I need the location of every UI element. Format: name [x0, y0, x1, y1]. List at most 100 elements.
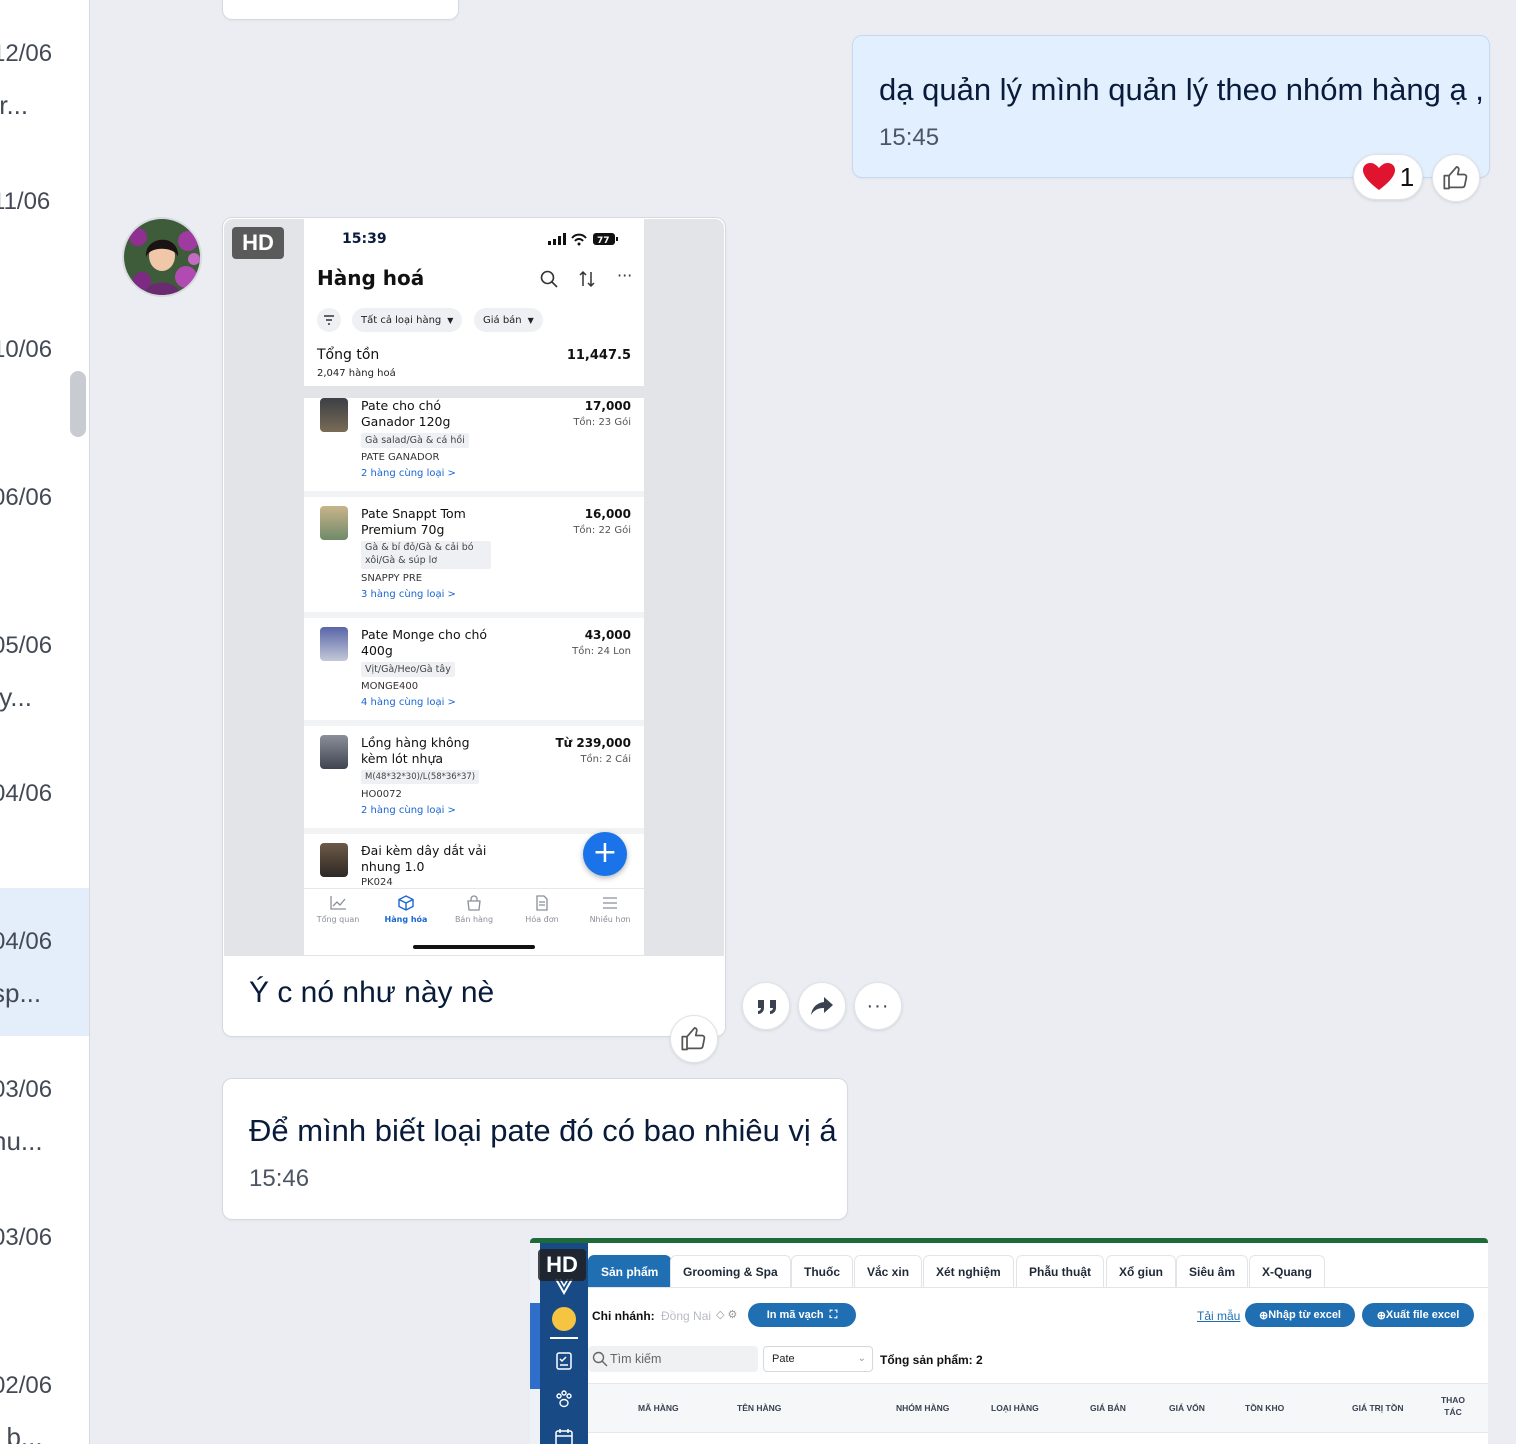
product-stock: Tồn: 23 Gói [573, 417, 631, 428]
heart-reaction-pill[interactable]: 1 [1353, 154, 1423, 200]
chip-label: Tất cả loại hàng [361, 314, 442, 326]
previous-message-bubble[interactable] [222, 0, 459, 20]
list-divider [304, 612, 644, 618]
hd-badge: HD [232, 227, 284, 259]
conversation-item[interactable]: 02/06 : b... [0, 1332, 89, 1444]
list-divider [304, 720, 644, 726]
conversation-date: 04/06 [0, 780, 53, 807]
checklist-icon[interactable] [554, 1351, 574, 1371]
product-price: Từ 239,000 [555, 736, 631, 750]
scan-icon: ⛶ [829, 1308, 838, 1321]
column-header: LOẠI HÀNG [991, 1403, 1039, 1413]
column-header: TÊN HÀNG [737, 1403, 782, 1413]
hd-badge: HD [538, 1249, 586, 1281]
conversation-item[interactable]: 11/06 [0, 148, 89, 296]
product-thumbnail [320, 506, 348, 540]
conversation-item[interactable]: 03/06 [0, 1184, 89, 1332]
tab-lab-test[interactable]: Xét nghiệm [923, 1255, 1014, 1287]
column-header: GIÁ VỐN [1169, 1403, 1205, 1413]
nav-invoices[interactable]: Hóa đơn [508, 895, 576, 924]
status-time: 15:39 [342, 231, 387, 247]
group-select[interactable]: Pate ⌄ [763, 1346, 873, 1372]
branch-select[interactable]: Đồng Nai [661, 1309, 711, 1323]
home-indicator [413, 945, 535, 949]
total-label: Tổng tồn [317, 347, 380, 363]
nav-overview[interactable]: Tổng quan [304, 895, 372, 924]
group-select-value: Pate [772, 1353, 795, 1365]
product-code: HO0072 [361, 789, 402, 800]
quote-button[interactable] [742, 982, 790, 1030]
conversation-item[interactable]: 06/06 [0, 444, 89, 592]
filter-all-types[interactable]: Tất cả loại hàng ▼ [352, 308, 463, 332]
search-icon[interactable] [540, 270, 558, 288]
nav-products[interactable]: Hàng hóa [372, 895, 440, 924]
message-text: Để mình biết loại pate đó có bao nhiêu v… [249, 1113, 837, 1148]
tab-products[interactable]: Sản phẩm [588, 1255, 672, 1287]
product-name: Ganador 120g [361, 414, 451, 429]
filter-button[interactable] [317, 308, 341, 332]
conversation-item[interactable]: 04/06 [0, 740, 89, 888]
upload-icon: ⊕ [1259, 1309, 1269, 1322]
like-button[interactable] [1432, 154, 1480, 202]
nav-more[interactable]: Nhiều hơn [576, 895, 644, 924]
conversation-snippet: : b... [0, 1422, 43, 1444]
same-type-link: 2 hàng cùng loại > [361, 805, 456, 816]
search-input[interactable]: Tìm kiếm [588, 1346, 758, 1372]
same-type-link: 3 hàng cùng loại > [361, 589, 456, 600]
sidebar-active-bar [550, 1337, 578, 1339]
product-thumbnail [320, 843, 348, 877]
tab-surgery[interactable]: Phẫu thuật [1016, 1255, 1104, 1287]
button-label: In mã vạch [766, 1309, 824, 1321]
conversation-item[interactable]: 05/06 /y... [0, 592, 89, 740]
nav-label: Hóa đơn [525, 915, 559, 924]
box-icon [398, 895, 414, 911]
tab-grooming-spa[interactable]: Grooming & Spa [670, 1255, 791, 1287]
phone-screenshot[interactable]: 15:39 77 Hàng hoá ··· Tất cả loại hàng ▼ … [304, 218, 644, 955]
conversation-list: 12/06 tr... 11/06 10/06 06/06 05/06 /y..… [0, 0, 90, 1444]
calendar-icon[interactable] [554, 1427, 574, 1444]
message-time: 15:46 [249, 1165, 310, 1192]
paw-icon[interactable] [554, 1389, 574, 1409]
message-time: 15:45 [879, 124, 940, 151]
message-bubble[interactable]: Để mình biết loại pate đó có bao nhiêu v… [222, 1078, 848, 1220]
button-label: Nhập từ excel [1268, 1309, 1341, 1321]
product-thumbnail [320, 398, 348, 432]
tab-ultrasound[interactable]: Siêu âm [1176, 1255, 1249, 1287]
forward-icon [811, 997, 833, 1015]
conversation-item[interactable]: 03/06 hu... [0, 1036, 89, 1184]
nav-sales[interactable]: Bán hàng [440, 895, 508, 924]
product-name: nhung 1.0 [361, 859, 425, 874]
product-variant-tag: Gà & bí đỏ/Gà & cải bó xôi/Gà & súp lơ [361, 541, 491, 569]
import-excel-button[interactable]: ⊕ Nhập từ excel [1245, 1303, 1355, 1327]
sort-icon[interactable] [578, 270, 596, 288]
conversation-date: 03/06 [0, 1076, 53, 1103]
conversation-date: 04/06 [0, 928, 53, 955]
tab-xray[interactable]: X-Quang [1249, 1255, 1325, 1287]
like-button[interactable] [670, 1015, 718, 1063]
pet-avatar-icon[interactable] [552, 1307, 576, 1331]
column-header: NHÓM HÀNG [896, 1403, 950, 1413]
filter-price[interactable]: Giá bán ▼ [474, 308, 543, 332]
conversation-item[interactable]: 12/06 tr... [0, 0, 89, 148]
tab-vaccine[interactable]: Vắc xin [854, 1255, 923, 1287]
export-excel-button[interactable]: ⊕ Xuất file excel [1362, 1303, 1474, 1327]
chevron-down-icon: ⌄ [857, 1353, 866, 1364]
avatar[interactable] [122, 217, 202, 297]
tab-medicine[interactable]: Thuốc [791, 1255, 853, 1287]
tab-deworming[interactable]: Xổ giun [1106, 1255, 1176, 1287]
scrollbar-thumb[interactable] [70, 371, 86, 437]
print-barcode-button[interactable]: In mã vạch ⛶ [748, 1303, 856, 1327]
add-product-button[interactable]: + [583, 832, 627, 876]
page-title: Hàng hoá [317, 266, 425, 290]
download-sample-link[interactable]: Tải mẫu [1197, 1309, 1240, 1323]
conversation-item-active[interactable]: 04/06 sp... [0, 888, 89, 1036]
product-thumbnail [320, 627, 348, 661]
search-placeholder: Tìm kiếm [610, 1352, 662, 1366]
more-options-button[interactable]: ··· [854, 982, 902, 1030]
total-value: 11,447.5 [566, 348, 631, 363]
more-icon[interactable]: ··· [617, 266, 632, 285]
web-screenshot[interactable]: HD Sản phẩm Grooming & Spa Thuốc Vắc xin… [530, 1238, 1488, 1444]
forward-button[interactable] [798, 982, 846, 1030]
product-price: 43,000 [584, 628, 631, 642]
same-type-link: 2 hàng cùng loại > [361, 468, 456, 479]
